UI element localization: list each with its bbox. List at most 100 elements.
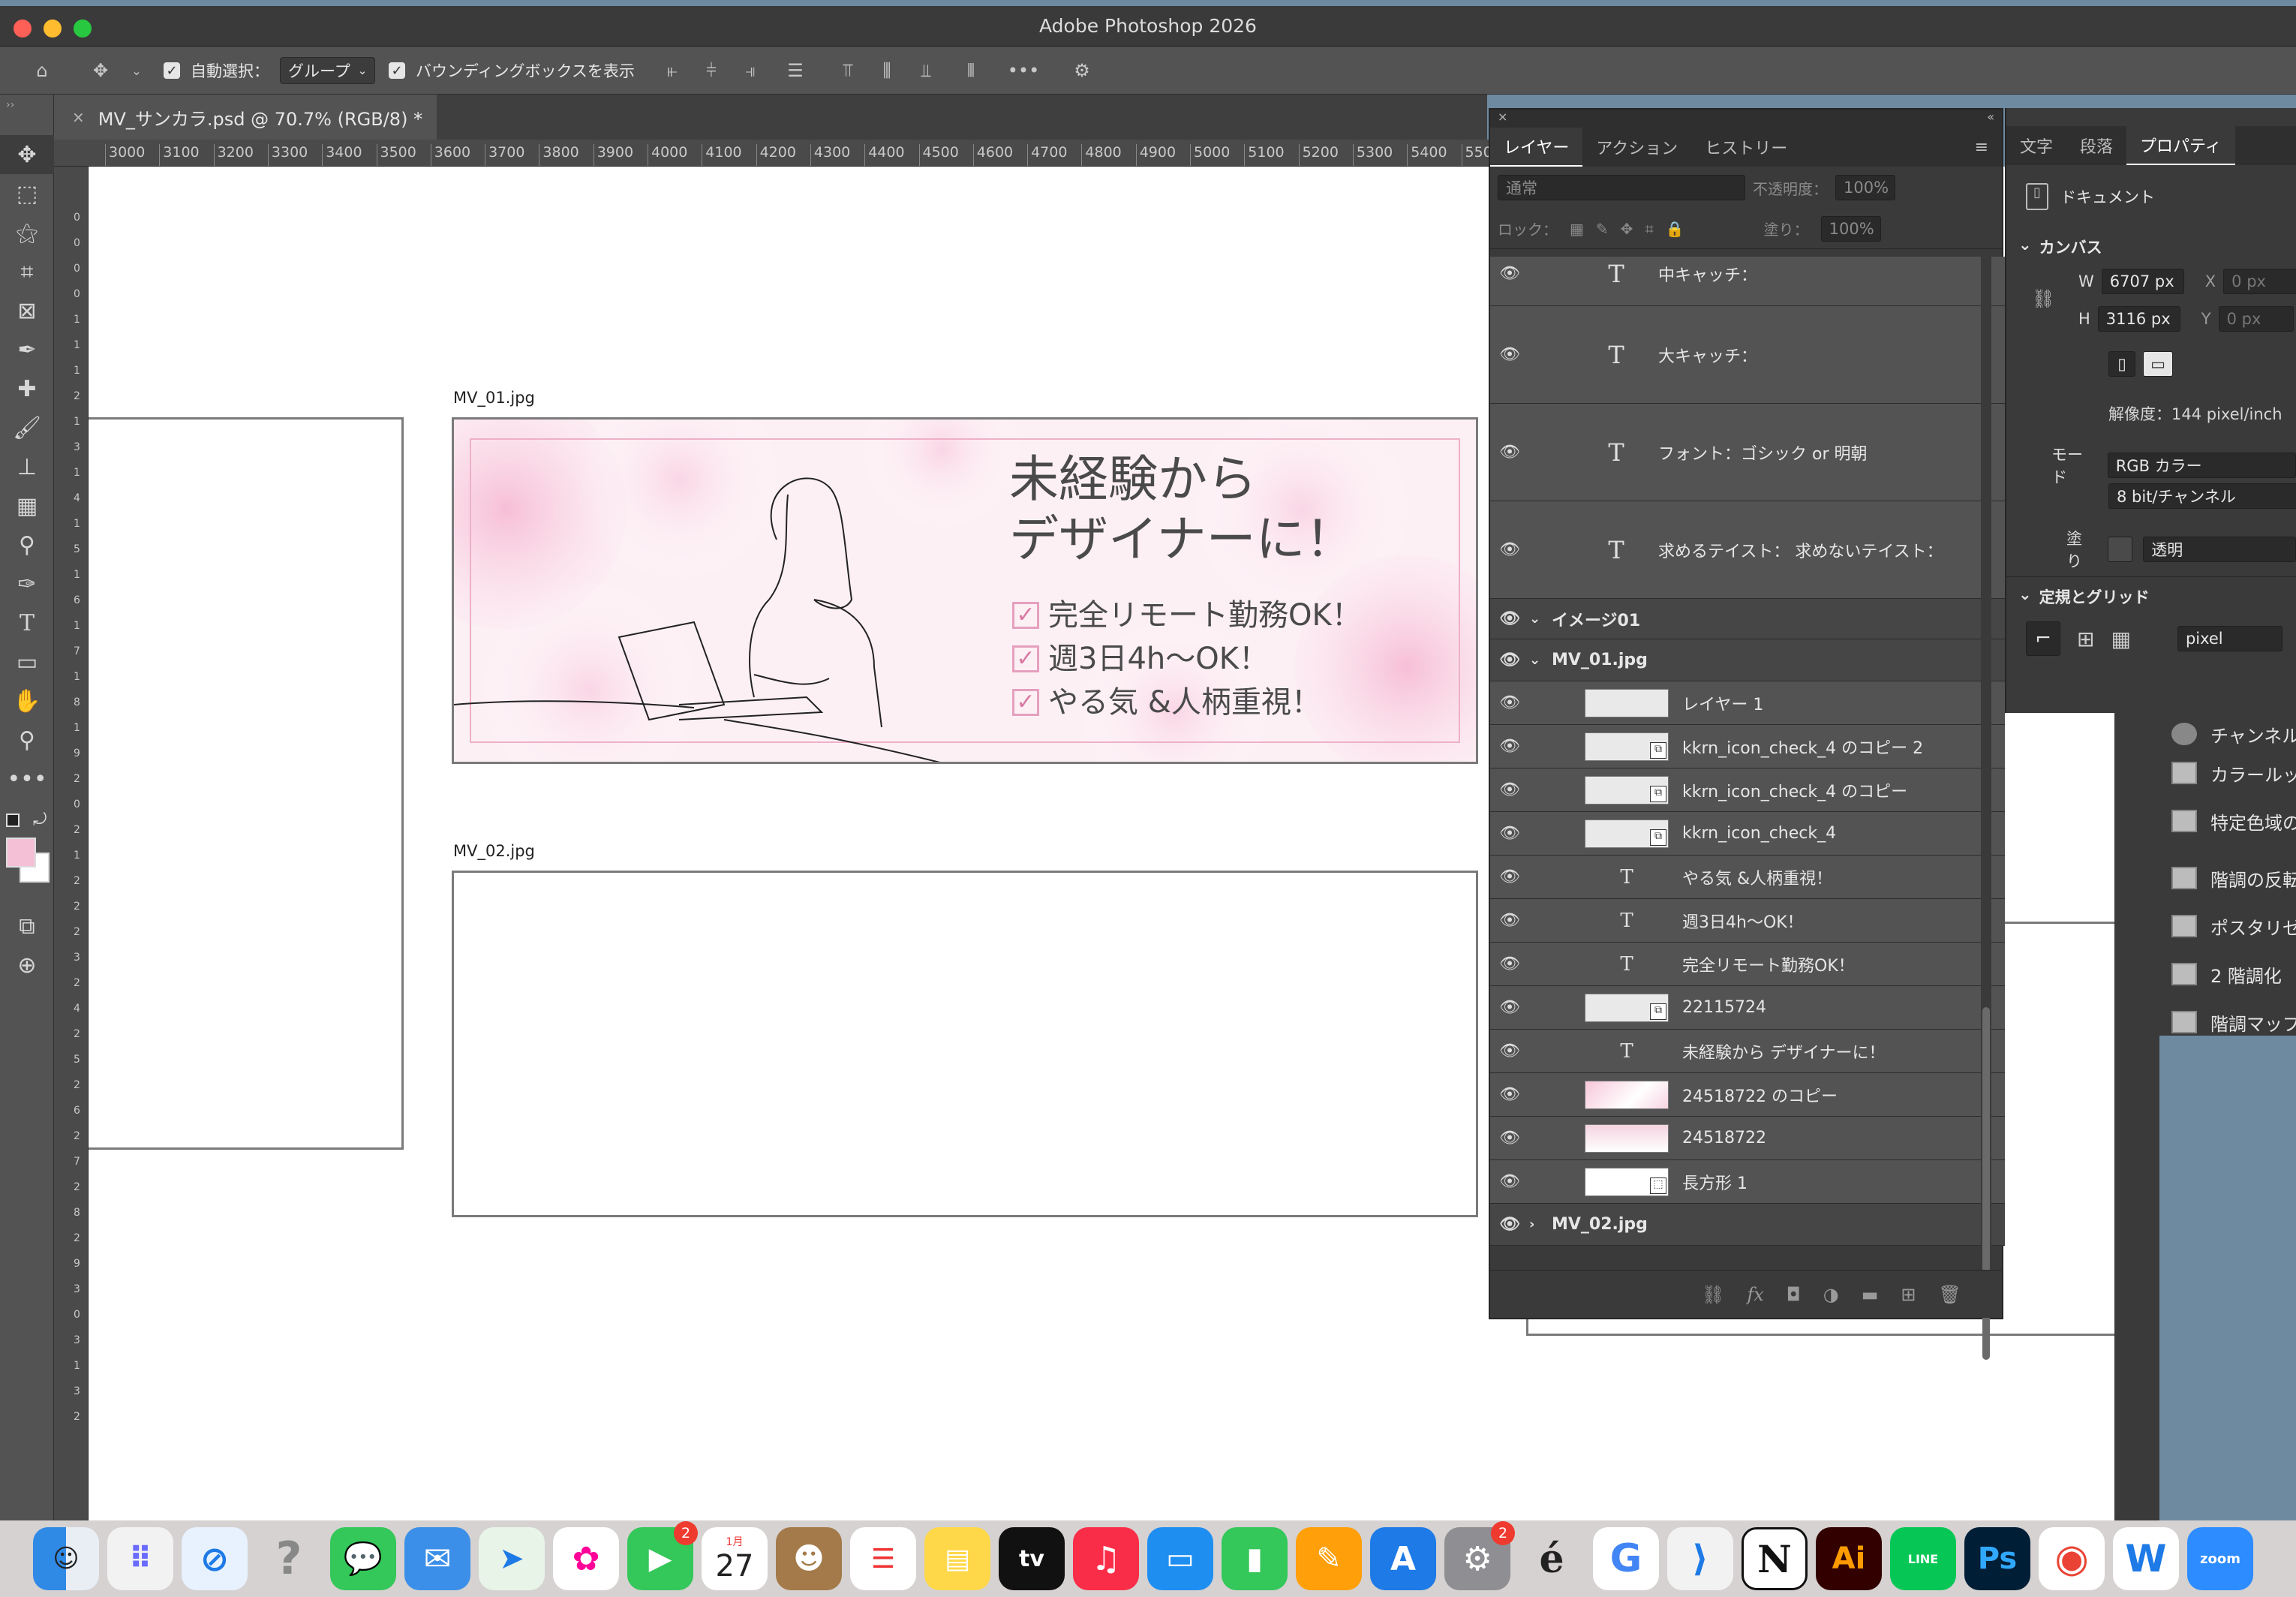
add-mask-icon[interactable]: ◘ (1787, 1284, 1801, 1305)
adjustment-layer-icon[interactable]: ◑ (1823, 1284, 1839, 1305)
distribute-h-icon[interactable]: ☰ (782, 57, 809, 84)
layer-row[interactable]: 👁 レイヤー 1 (1490, 681, 2005, 725)
visibility-eye-icon[interactable]: 👁 (1490, 345, 1529, 364)
system-settings-icon[interactable]: ⚙ 2 (1444, 1521, 1515, 1590)
lock-all-icon[interactable]: 🔒 (1666, 220, 1684, 238)
x-input[interactable]: 0 px (2223, 269, 2296, 294)
new-group-icon[interactable]: ▬ (1862, 1284, 1879, 1305)
edit-toolbar-icon[interactable]: ••• (0, 759, 54, 798)
layer-row[interactable]: 👁 T 未経験から デザイナーに！ (1490, 1030, 2005, 1073)
lock-paint-icon[interactable]: ✎ (1596, 220, 1609, 238)
layer-row[interactable]: 👁 24518722 のコピー (1490, 1073, 2005, 1117)
fill-swatch[interactable] (2107, 537, 2133, 562)
auto-select-checkbox[interactable]: ✓ (164, 62, 180, 79)
type-tool-icon[interactable]: T (0, 603, 54, 642)
adjustment-item[interactable]: 階調の反転 (2171, 857, 2296, 899)
messages-icon[interactable]: 💬 (330, 1527, 396, 1590)
layer-row[interactable]: 👁 T やる気 &人柄重視！ (1490, 856, 2005, 899)
tab-paragraph[interactable]: 段落 (2066, 126, 2126, 165)
bit-depth-dropdown[interactable]: 8 bit/チャンネル (2108, 483, 2296, 509)
chevron-right-icon[interactable]: › (1529, 1217, 1552, 1232)
align-left-icon[interactable]: ⫦ (659, 57, 686, 84)
rulers-grids-section[interactable]: ⌄ 定規とグリッド (2018, 585, 2150, 608)
google-icon[interactable]: G (1593, 1527, 1659, 1590)
visibility-eye-icon[interactable]: 👁 (1490, 1042, 1529, 1060)
link-dimensions-icon[interactable]: ⛓ (2032, 288, 2054, 309)
move-tool-icon[interactable]: ✥ (0, 135, 54, 174)
default-colors-icon[interactable] (6, 814, 20, 827)
unknown-app-icon[interactable]: ? (256, 1527, 322, 1590)
adjustment-item[interactable]: 階調マップ (2171, 1001, 2296, 1036)
visibility-eye-icon[interactable]: 👁 (1490, 1172, 1529, 1191)
link-layers-icon[interactable]: ⛓ (1702, 1284, 1724, 1305)
notion-icon[interactable]: N (1742, 1527, 1808, 1590)
maps-icon[interactable]: ➤ (479, 1527, 545, 1590)
adjustment-item[interactable]: チャンネル (2171, 713, 2296, 755)
chrome-icon[interactable]: ◉ (2039, 1527, 2105, 1590)
move-tool-icon[interactable]: ✥ (87, 57, 114, 84)
auto-select-dropdown[interactable]: グループ ⌄ (280, 57, 376, 84)
adjustment-item[interactable]: 特定色域の (2171, 800, 2296, 842)
safari-icon[interactable]: ⊘ (182, 1527, 248, 1590)
layer-row[interactable]: 👁 24518722 (1490, 1117, 2005, 1160)
y-input[interactable]: 0 px (2218, 306, 2294, 332)
stamp-tool-icon[interactable]: ⊥ (0, 447, 54, 486)
home-icon[interactable]: ⌂ (29, 57, 56, 84)
swap-colors-icon[interactable]: ⤾ (33, 811, 47, 829)
width-input[interactable]: 6707 px (2101, 269, 2184, 294)
distribute-v-icon[interactable]: ⦀ (957, 57, 984, 84)
lock-transparency-icon[interactable]: ▦ (1570, 220, 1584, 238)
visibility-eye-icon[interactable]: 👁 (1490, 998, 1529, 1017)
bounding-box-checkbox[interactable]: ✓ (389, 62, 405, 79)
reminders-icon[interactable]: ☰ (850, 1527, 916, 1590)
vertical-ruler[interactable]: 0 0 0 0 1 1 1 2 1 3 1 4 1 5 1 6 1 7 1 8 1 9 2 0 2 1 2 2 2 3 2 4 2 5 2 6 2 7 2 8… (54, 167, 89, 1522)
eyedropper-tool-icon[interactable]: ✒ (0, 330, 54, 369)
ruler-icon[interactable]: ⌐ (2026, 621, 2060, 656)
mail-icon[interactable]: ✉ (404, 1527, 470, 1590)
visibility-eye-icon[interactable]: 👁 (1490, 651, 1529, 669)
appletv-icon[interactable]: tv (999, 1527, 1065, 1590)
frame-tool-icon[interactable]: ⊠ (0, 291, 54, 330)
tool-preset-chevron-icon[interactable]: ⌄ (123, 57, 150, 84)
visibility-eye-icon[interactable]: 👁 (1490, 1129, 1529, 1147)
rectangle-tool-icon[interactable]: ▭ (0, 642, 54, 681)
landscape-icon[interactable]: ▭ (2143, 351, 2173, 377)
marquee-tool-icon[interactable]: ⬚ (0, 174, 54, 213)
visibility-eye-icon[interactable]: 👁 (1490, 1215, 1529, 1234)
line-icon[interactable]: LINE (1890, 1527, 1956, 1590)
layer-row[interactable]: 👁 ⧉ 22115724 (1490, 986, 2005, 1030)
horizontal-ruler[interactable]: 3000 3100 3200 3300 3400 3500 3600 3700 3800 3900… (72, 140, 1490, 167)
healing-brush-tool-icon[interactable]: ✚ (0, 369, 54, 408)
contacts-icon[interactable]: ☻ (776, 1527, 842, 1590)
finder-icon[interactable]: ☺ (33, 1527, 99, 1590)
object-select-tool-icon[interactable]: ⚝ (0, 213, 54, 252)
dodge-tool-icon[interactable]: ⚲ (0, 525, 54, 564)
quick-mask-icon[interactable]: ⧉ (0, 907, 54, 946)
opacity-input[interactable]: 100% (1835, 175, 1895, 200)
group-row-mv02[interactable]: 👁 › MV_02.jpg (1490, 1204, 2005, 1246)
tab-character[interactable]: 文字 (2006, 126, 2066, 165)
height-input[interactable]: 3116 px (2097, 306, 2180, 332)
visibility-eye-icon[interactable]: 👁 (1490, 609, 1529, 628)
chevron-down-icon[interactable]: ⌄ (1529, 611, 1552, 627)
close-panel-icon[interactable]: × (1498, 110, 1507, 128)
visibility-eye-icon[interactable]: 👁 (1490, 1085, 1529, 1104)
tab-layers[interactable]: レイヤー (1490, 128, 1583, 167)
visibility-eye-icon[interactable]: 👁 (1490, 955, 1529, 973)
artboard-label-mv02[interactable]: MV_02.jpg (453, 842, 535, 860)
panel-menu-icon[interactable]: ≡ (1961, 128, 2002, 167)
foreground-color-swatch[interactable] (6, 838, 36, 868)
grid-icon[interactable]: ⊞ (2077, 627, 2094, 651)
hand-tool-icon[interactable]: ✋ (0, 681, 54, 720)
collapse-panel-icon[interactable]: « (1987, 110, 1994, 128)
layer-row[interactable]: 👁 T 週3日4h〜OK！ (1490, 899, 2005, 943)
visibility-eye-icon[interactable]: 👁 (1490, 824, 1529, 843)
visibility-eye-icon[interactable]: 👁 (1490, 868, 1529, 886)
adjustment-item[interactable]: カラールッ (2171, 752, 2296, 794)
visibility-eye-icon[interactable]: 👁 (1490, 911, 1529, 930)
gradient-tool-icon[interactable]: ▦ (0, 486, 54, 525)
collapse-tools-icon[interactable]: ›› (6, 99, 14, 111)
word-app-icon[interactable]: W (2113, 1527, 2179, 1590)
vscode-icon[interactable]: ⟩ (1667, 1527, 1733, 1590)
visibility-eye-icon[interactable]: 👁 (1490, 443, 1529, 462)
